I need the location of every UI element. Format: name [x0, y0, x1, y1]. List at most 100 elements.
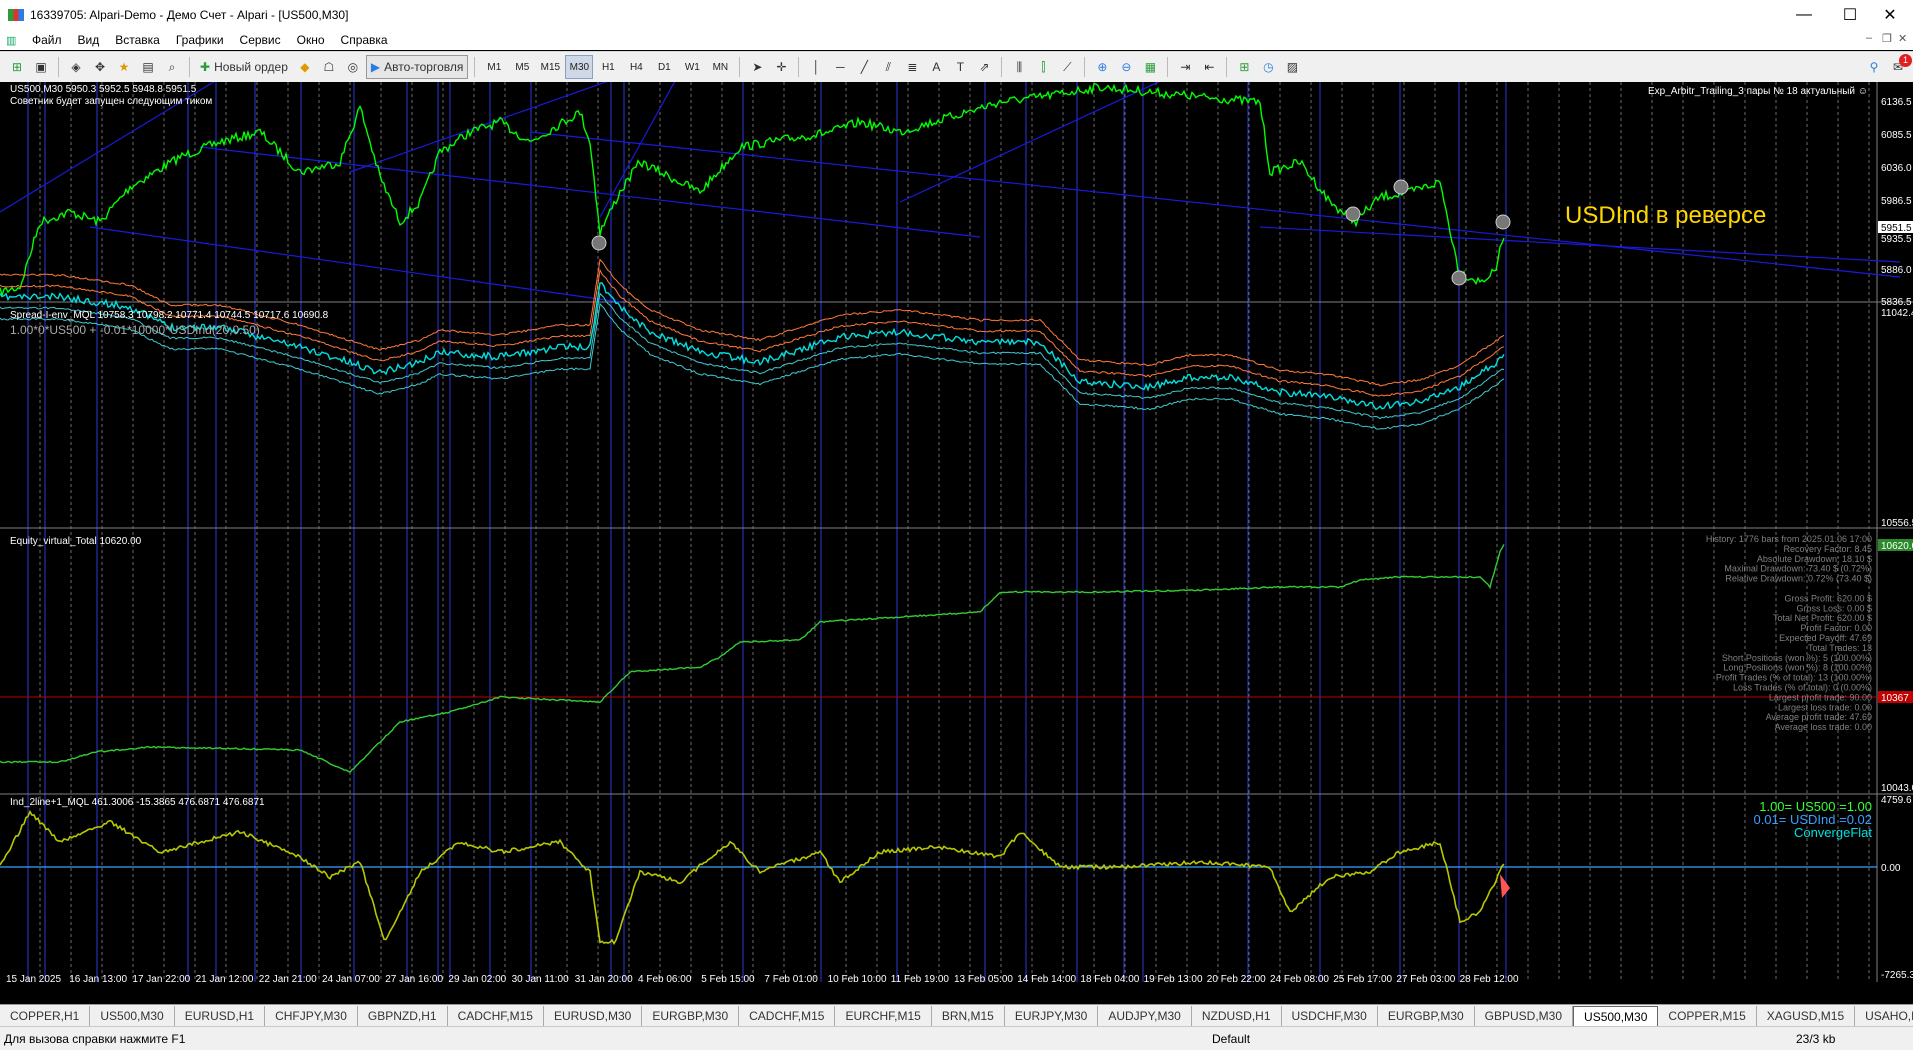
price-tick: 5935.5	[1881, 234, 1912, 245]
timeframe-m5[interactable]: M5	[509, 56, 535, 78]
chart-tab[interactable]: CADCHF,M15	[739, 1006, 836, 1026]
chart-tab[interactable]: US500,M30	[90, 1006, 175, 1026]
child-close-icon[interactable]: ✕	[1898, 32, 1907, 45]
cursor-icon[interactable]: ➤	[746, 56, 768, 78]
statistic-line: Average profit trade: 47.69	[1766, 712, 1872, 722]
menu-help[interactable]: Справка	[333, 33, 396, 47]
chart-tab[interactable]: XAGUSD,M15	[1757, 1006, 1856, 1026]
chart-tab[interactable]: COPPER,M15	[1658, 1006, 1757, 1026]
search-icon[interactable]: ⚲	[1863, 56, 1885, 78]
timeframe-m30[interactable]: M30	[565, 55, 594, 79]
zoom-out-icon[interactable]: ⊖	[1115, 56, 1137, 78]
market-watch-icon[interactable]: ◈	[65, 56, 87, 78]
profiles-icon[interactable]: ▣	[30, 56, 52, 78]
chart-tab[interactable]: EURUSD,H1	[175, 1006, 266, 1026]
autoscroll-icon[interactable]: ⇥	[1174, 56, 1196, 78]
periods-icon[interactable]: ◷	[1257, 56, 1279, 78]
notifications-button[interactable]: ✉ 1	[1887, 54, 1912, 78]
menu-file[interactable]: Файл	[24, 33, 70, 47]
chart-window[interactable]: US500,M30 5950.3 5952.5 5948.8 5951.5 Со…	[0, 71, 1913, 985]
metaeditor-icon[interactable]: ◆	[294, 56, 316, 78]
timeframe-h1[interactable]: H1	[595, 56, 621, 78]
oscillator-pane-header: Ind_2line+1_MQL 461.3006 -15.3865 476.68…	[10, 797, 265, 808]
crosshair-icon[interactable]: ✛	[770, 56, 792, 78]
line-chart-icon[interactable]: ⟋	[1056, 56, 1078, 78]
timeframe-m1[interactable]: M1	[481, 56, 507, 78]
signals-icon[interactable]: ☖	[318, 56, 340, 78]
zoom-in-icon[interactable]: ⊕	[1091, 56, 1113, 78]
bar-chart-icon[interactable]: ⫼	[1008, 56, 1030, 78]
menu-insert[interactable]: Вставка	[107, 33, 168, 47]
new-order-button[interactable]: ✚ Новый ордер	[196, 56, 292, 78]
fibonacci-icon[interactable]: ≣	[901, 56, 923, 78]
time-tick: 31 Jan 20:00	[575, 974, 633, 982]
chart-tab[interactable]: AUDJPY,M30	[1098, 1006, 1192, 1026]
chart-tabs: COPPER,H1 US500,M30 EURUSD,H1 CHFJPY,M30 GBP…	[0, 1004, 1913, 1027]
time-tick: 11 Feb 19:00	[891, 974, 950, 982]
child-minimize-icon[interactable]: –	[1866, 32, 1872, 44]
statistic-line: Expected Payoff: 47.69	[1779, 633, 1872, 643]
auto-trading-button[interactable]: ▶ Авто-торговля	[365, 55, 469, 79]
trade-marker	[1345, 206, 1361, 222]
statistic-line: Gross Profit: 620.00 $	[1784, 593, 1872, 603]
data-window-icon[interactable]: ✥	[89, 56, 111, 78]
chart-tab[interactable]: USDCHF,M30	[1282, 1006, 1378, 1026]
new-chart-icon[interactable]: ⊞	[6, 56, 28, 78]
chart-tab[interactable]: EURUSD,M30	[544, 1006, 643, 1026]
tile-windows-icon[interactable]: ▦	[1139, 56, 1161, 78]
chart-tab[interactable]: BRN,M15	[932, 1006, 1005, 1026]
chart-tab[interactable]: NZDUSD,H1	[1192, 1006, 1282, 1026]
timeframe-d1[interactable]: D1	[651, 56, 677, 78]
timeframe-mn[interactable]: MN	[707, 56, 733, 78]
chart-tab[interactable]: EURGBP,M30	[1378, 1006, 1475, 1026]
templates-icon[interactable]: ▨	[1281, 56, 1303, 78]
timeframe-w1[interactable]: W1	[679, 56, 705, 78]
timeframe-h4[interactable]: H4	[623, 56, 649, 78]
statistic-line: Gross Loss: 0.00 $	[1796, 603, 1872, 613]
menu-window[interactable]: Окно	[289, 33, 333, 47]
statistic-line: Total Net Profit: 620.00 $	[1773, 613, 1872, 623]
equity-pane-header: Equity_virtual_Total 10620.00	[10, 536, 142, 547]
chart-tab[interactable]: CHFJPY,M30	[265, 1006, 358, 1026]
text-icon[interactable]: A	[925, 56, 947, 78]
horizontal-line-icon[interactable]: ─	[829, 56, 851, 78]
trade-marker	[1495, 214, 1511, 230]
child-restore-icon[interactable]: ❐	[1882, 32, 1892, 45]
vertical-line-icon[interactable]: │	[805, 56, 827, 78]
chart-tab[interactable]: US500,M30	[1573, 1005, 1659, 1027]
equity-tick: 10620.00	[1881, 541, 1913, 552]
terminal-icon[interactable]: ▤	[137, 56, 159, 78]
chart-tab[interactable]: EURCHF,M15	[835, 1006, 932, 1026]
channel-icon[interactable]: ⫽	[877, 56, 899, 78]
menu-charts[interactable]: Графики	[168, 33, 232, 47]
label-icon[interactable]: T	[949, 56, 971, 78]
status-traffic: 23/3 kb	[1796, 1032, 1836, 1046]
chart-tab[interactable]: EURJPY,M30	[1005, 1006, 1099, 1026]
chart-tab[interactable]: USAHO,H1	[1855, 1006, 1913, 1026]
chart-shift-icon[interactable]: ⇤	[1198, 56, 1220, 78]
main-pane-header: US500,M30 5950.3 5952.5 5948.8 5951.5	[10, 84, 197, 95]
chart-canvas[interactable]: US500,M30 5950.3 5952.5 5948.8 5951.5 Со…	[0, 71, 1913, 985]
menu-tools[interactable]: Сервис	[232, 33, 289, 47]
time-tick: 19 Feb 13:00	[1144, 974, 1203, 982]
minimize-button[interactable]: —	[1781, 0, 1827, 30]
trendline-icon[interactable]: ╱	[853, 56, 875, 78]
title-bar: 16339705: Alpari-Demo - Демо Счет - Alpa…	[0, 0, 1913, 30]
time-tick: 4 Feb 06:00	[638, 974, 692, 982]
chart-tab[interactable]: EURGBP,M30	[642, 1006, 740, 1026]
candlestick-icon[interactable]: ⫿	[1032, 56, 1054, 78]
tester-icon[interactable]: ⌕	[161, 56, 183, 78]
timeframe-m15[interactable]: M15	[537, 56, 563, 78]
chart-tab[interactable]: GBPNZD,H1	[358, 1006, 448, 1026]
statistic-line: Profit Trades (% of total): 13 (100.00%)	[1716, 673, 1872, 683]
arrows-icon[interactable]: ⇗	[973, 56, 995, 78]
chart-tab[interactable]: COPPER,H1	[0, 1006, 91, 1026]
close-button[interactable]: ✕	[1867, 0, 1913, 30]
indicators-icon[interactable]: ⊞	[1233, 56, 1255, 78]
chart-tab[interactable]: CADCHF,M15	[448, 1006, 544, 1026]
menu-view[interactable]: Вид	[70, 33, 108, 47]
navigator-icon[interactable]: ★	[113, 56, 135, 78]
market-icon[interactable]: ◎	[342, 56, 364, 78]
chart-tab[interactable]: GBPUSD,M30	[1475, 1006, 1574, 1026]
statistic-line: Loss Trades (% of total): 0 (0.00%)	[1733, 683, 1872, 693]
